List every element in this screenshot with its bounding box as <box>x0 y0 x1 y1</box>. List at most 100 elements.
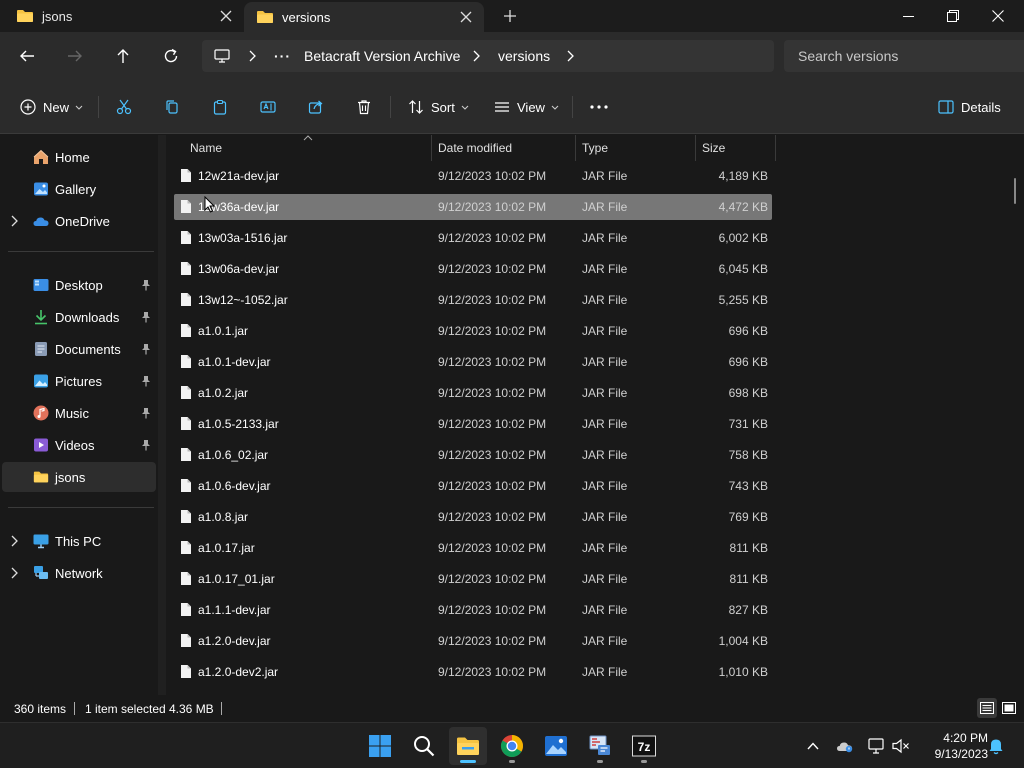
address-bar[interactable]: ··· Betacraft Version Archive versions <box>202 40 774 72</box>
maximize-button[interactable] <box>930 0 976 32</box>
search-input[interactable]: Search versions <box>784 40 1024 72</box>
gallery-icon <box>33 181 49 197</box>
file-row[interactable]: 13w03a-1516.jar 9/12/2023 10:02 PM JAR Fil… <box>174 225 772 251</box>
sidebar-item-pictures[interactable]: Pictures <box>0 366 156 396</box>
chevron-right-icon[interactable] <box>10 567 18 579</box>
sidebar-item-this-pc[interactable]: This PC <box>0 526 156 556</box>
show-hidden-icons-button[interactable] <box>802 735 824 757</box>
column-divider[interactable] <box>575 135 576 161</box>
file-row[interactable]: a1.2.0-dev.jar 9/12/2023 10:02 PM JAR File… <box>174 628 772 654</box>
taskbar-7zip[interactable]: 7z <box>625 727 663 765</box>
onedrive-tray-icon[interactable] <box>834 735 856 757</box>
up-button[interactable] <box>111 44 135 68</box>
sidebar-item-home[interactable]: Home <box>0 142 156 172</box>
sidebar-item-downloads[interactable]: Downloads <box>0 302 156 332</box>
file-row[interactable]: a1.0.5-2133.jar 9/12/2023 10:02 PM JAR Fil… <box>174 411 772 437</box>
chevron-right-icon[interactable] <box>10 215 18 227</box>
taskbar-chrome[interactable] <box>493 727 531 765</box>
taskbar-search-button[interactable] <box>405 727 443 765</box>
chevron-right-icon[interactable] <box>248 40 256 72</box>
pane-splitter[interactable] <box>158 135 166 695</box>
new-tab-button[interactable] <box>500 6 520 26</box>
file-row[interactable]: 13w06a-dev.jar 9/12/2023 10:02 PM JAR File… <box>174 256 772 282</box>
more-options-button[interactable] <box>590 95 608 119</box>
minimize-button[interactable] <box>885 0 931 32</box>
refresh-button[interactable] <box>159 44 183 68</box>
sidebar-item-desktop[interactable]: Desktop <box>0 270 156 300</box>
sidebar-item-gallery[interactable]: Gallery <box>0 174 156 204</box>
start-button[interactable] <box>361 727 399 765</box>
chevron-right-icon[interactable] <box>566 40 574 72</box>
chevron-right-icon[interactable] <box>10 535 18 547</box>
sort-button[interactable]: Sort <box>408 95 469 119</box>
file-row[interactable]: 12w21a-dev.jar 9/12/2023 10:02 PM JAR File… <box>174 163 772 189</box>
file-row[interactable]: a1.0.1-dev.jar 9/12/2023 10:02 PM JAR File… <box>174 349 772 375</box>
column-header-size[interactable]: Size <box>702 135 725 161</box>
file-size: 743 KB <box>728 479 768 493</box>
forward-button[interactable] <box>63 44 87 68</box>
sidebar-item-music[interactable]: Music <box>0 398 156 428</box>
column-header-type[interactable]: Type <box>582 135 608 161</box>
sidebar-item-jsons[interactable]: jsons <box>2 462 156 492</box>
file-row[interactable]: 13w12~-1052.jar 9/12/2023 10:02 PM JAR Fil… <box>174 287 772 313</box>
back-button[interactable] <box>15 44 39 68</box>
chevron-right-icon[interactable] <box>472 40 480 72</box>
tab-jsons[interactable]: jsons <box>0 0 244 32</box>
file-row[interactable]: a1.2.0-dev2.jar 9/12/2023 10:02 PM JAR Fil… <box>174 659 772 685</box>
column-header-name[interactable]: Name <box>190 135 222 161</box>
copy-button[interactable] <box>164 95 180 119</box>
details-button[interactable]: Details <box>938 95 1001 119</box>
file-row[interactable]: a1.0.6-dev.jar 9/12/2023 10:02 PM JAR File… <box>174 473 772 499</box>
file-name: 13w03a-1516.jar <box>198 231 288 245</box>
cut-button[interactable] <box>116 95 132 119</box>
breadcrumb-overflow[interactable]: ··· <box>274 40 291 72</box>
file-row[interactable]: a1.0.6_02.jar 9/12/2023 10:02 PM JAR File 7… <box>174 442 772 468</box>
taskbar-control-panel[interactable] <box>581 727 619 765</box>
file-row[interactable]: a1.0.2.jar 9/12/2023 10:02 PM JAR File 698 … <box>174 380 772 406</box>
system-clock[interactable]: 4:20 PM 9/13/2023 <box>916 730 988 762</box>
monitor-icon[interactable] <box>214 40 230 72</box>
view-button[interactable]: View <box>494 95 559 119</box>
rename-button[interactable] <box>260 95 276 119</box>
close-window-button[interactable] <box>975 0 1021 32</box>
file-row[interactable]: a1.0.17_01.jar 9/12/2023 10:02 PM JAR File… <box>174 566 772 592</box>
sidebar-item-label: Documents <box>55 341 121 357</box>
pin-icon[interactable] <box>141 375 151 387</box>
column-divider[interactable] <box>775 135 776 161</box>
file-row[interactable]: a1.0.8.jar 9/12/2023 10:02 PM JAR File 769 … <box>174 504 772 530</box>
pin-icon[interactable] <box>141 279 151 291</box>
sidebar-item-documents[interactable]: Documents <box>0 334 156 364</box>
file-row[interactable]: 12w36a-dev.jar 9/12/2023 10:02 PM JAR File… <box>174 194 772 220</box>
notification-bell-icon[interactable] <box>985 735 1007 757</box>
details-view-button[interactable] <box>977 698 997 718</box>
delete-button[interactable] <box>356 95 372 119</box>
column-divider[interactable] <box>431 135 432 161</box>
share-button[interactable] <box>308 95 324 119</box>
close-icon[interactable] <box>218 8 234 24</box>
pin-icon[interactable] <box>141 311 151 323</box>
tiles-view-button[interactable] <box>999 698 1019 718</box>
close-icon[interactable] <box>458 9 474 25</box>
file-row[interactable]: a1.0.17.jar 9/12/2023 10:02 PM JAR File 811… <box>174 535 772 561</box>
tab-versions[interactable]: versions <box>244 2 484 32</box>
sidebar-item-onedrive[interactable]: OneDrive <box>0 206 156 236</box>
volume-muted-icon[interactable] <box>890 735 912 757</box>
taskbar-file-explorer[interactable] <box>449 727 487 765</box>
column-divider[interactable] <box>695 135 696 161</box>
breadcrumb-archive[interactable]: Betacraft Version Archive <box>304 40 460 72</box>
paste-button[interactable] <box>212 95 228 119</box>
pin-icon[interactable] <box>141 407 151 419</box>
scrollbar-thumb[interactable] <box>1014 178 1016 204</box>
sidebar-item-network[interactable]: Network <box>0 558 156 588</box>
file-row[interactable]: a1.0.1.jar 9/12/2023 10:02 PM JAR File 696 … <box>174 318 772 344</box>
sidebar-item-videos[interactable]: Videos <box>0 430 156 460</box>
breadcrumb-versions[interactable]: versions <box>498 40 550 72</box>
file-row[interactable]: a1.1.1-dev.jar 9/12/2023 10:02 PM JAR File… <box>174 597 772 623</box>
new-button[interactable]: New <box>20 95 83 119</box>
taskbar-photos[interactable] <box>537 727 575 765</box>
rename-icon <box>260 99 276 115</box>
pin-icon[interactable] <box>141 343 151 355</box>
network-tray-icon[interactable] <box>866 735 888 757</box>
pin-icon[interactable] <box>141 439 151 451</box>
column-header-date[interactable]: Date modified <box>438 135 512 161</box>
